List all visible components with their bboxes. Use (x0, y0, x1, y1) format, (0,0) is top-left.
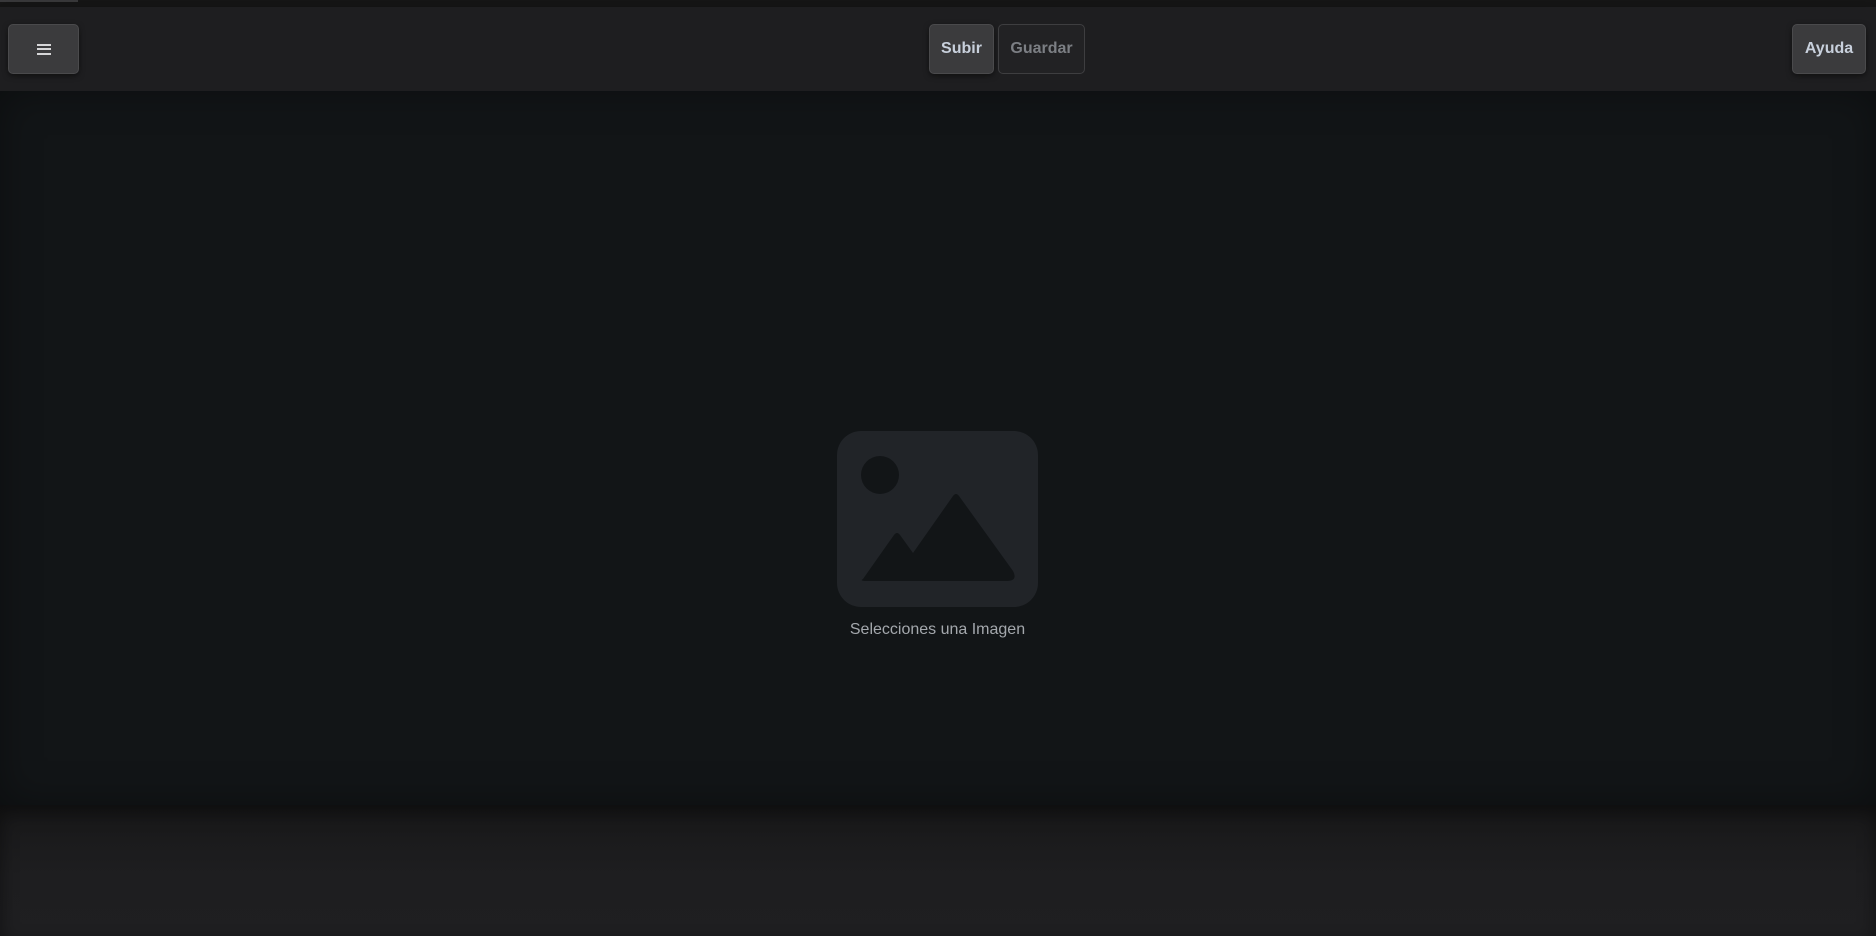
save-button[interactable]: Guardar (998, 24, 1085, 74)
save-button-label: Guardar (1010, 40, 1073, 57)
hamburger-menu-icon (36, 43, 51, 55)
app-window: Subir Guardar Ayuda Selecciones una Imag… (0, 0, 1876, 936)
top-strip (0, 0, 1876, 7)
placeholder-text: Selecciones una Imagen (849, 621, 1026, 638)
image-placeholder[interactable]: Selecciones una Imagen (837, 431, 1038, 639)
top-strip-indicator (0, 0, 78, 2)
menu-button[interactable] (8, 24, 79, 74)
upload-button-label: Subir (941, 40, 982, 57)
image-canvas[interactable]: Selecciones una Imagen (0, 91, 1876, 805)
help-button[interactable]: Ayuda (1792, 24, 1866, 74)
bottom-panel (0, 805, 1876, 936)
image-placeholder-icon (837, 431, 1038, 607)
help-button-label: Ayuda (1804, 40, 1854, 57)
toolbar: Subir Guardar Ayuda (0, 7, 1876, 91)
upload-button[interactable]: Subir (929, 24, 994, 74)
